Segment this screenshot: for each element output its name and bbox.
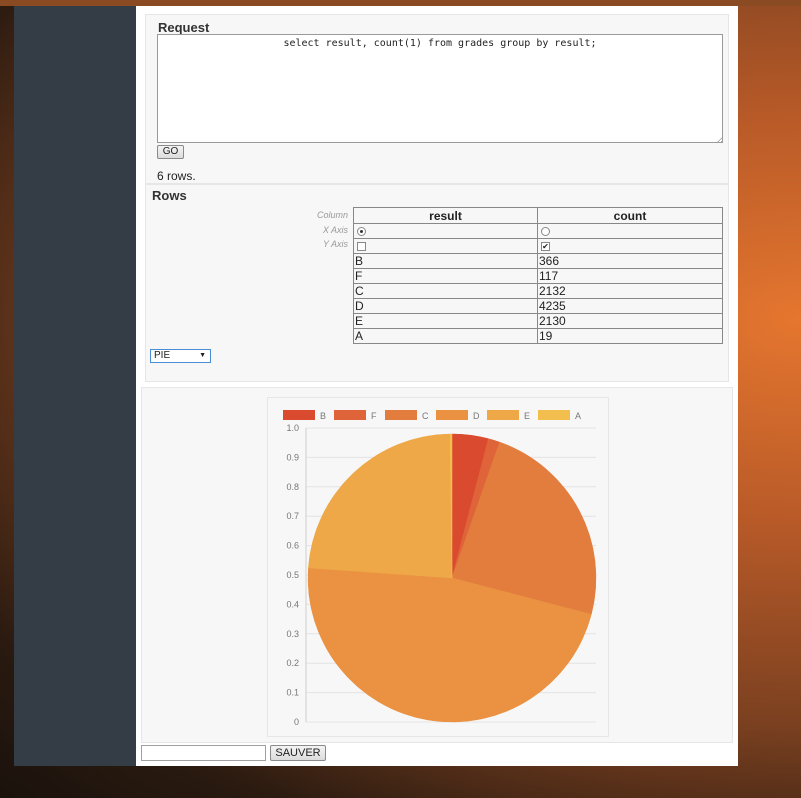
chart-type-select[interactable]: PIE ▼: [150, 349, 211, 363]
x-axis-label: X Axis: [322, 225, 348, 235]
legend-swatch-D[interactable]: [436, 410, 468, 420]
legend-swatch-C[interactable]: [385, 410, 417, 420]
legend-swatch-F[interactable]: [334, 410, 366, 420]
query-textarea[interactable]: select result, count(1) from grades grou…: [157, 34, 723, 143]
cell-result: D: [353, 298, 538, 314]
chart-type-value: PIE: [154, 350, 171, 361]
row-count-text: 6 rows.: [157, 169, 196, 183]
chevron-down-icon: ▼: [199, 352, 206, 359]
y-tick-label: 0.3: [286, 629, 299, 639]
pie-slice-E[interactable]: [308, 433, 453, 579]
chart-panel: B F C D E A 1.0 0.9 0.8 0.7 0.6 0.5 0.4 0.3 0.2 0.1 0: [141, 387, 733, 743]
cell-result: B: [353, 253, 538, 269]
cell-count: 366: [537, 253, 723, 269]
cell-result: C: [353, 283, 538, 299]
sidebar: [14, 6, 136, 766]
column-header-result: result: [353, 207, 538, 224]
legend-swatch-A[interactable]: [538, 410, 570, 420]
go-button[interactable]: GO: [157, 145, 184, 159]
cell-result: A: [353, 328, 538, 344]
request-panel: Request select result, count(1) from gra…: [145, 14, 729, 184]
cell-count: 19: [537, 328, 723, 344]
cell-result: F: [353, 268, 538, 284]
rows-title: Rows: [152, 188, 187, 203]
cell-count: 2130: [537, 313, 723, 329]
table-row: D 4235: [353, 298, 723, 314]
rows-panel: Rows Column X Axis Y Axis result count ✔: [145, 184, 729, 382]
column-label: Column: [316, 210, 348, 220]
x-axis-radio-count[interactable]: [541, 227, 550, 237]
table-row: C 2132: [353, 283, 723, 299]
legend-label-A: A: [575, 411, 581, 421]
legend-label-D: D: [473, 411, 480, 421]
y-tick-label: 0.4: [286, 599, 299, 609]
legend-label-E: E: [524, 411, 530, 421]
y-axis-checkbox-result[interactable]: [357, 242, 366, 252]
cell-count: 117: [537, 268, 723, 284]
y-tick-label: 0.1: [286, 688, 299, 698]
save-name-input[interactable]: [141, 745, 266, 761]
chart-svg: B F C D E A 1.0 0.9 0.8 0.7 0.6 0.5 0.4 0.3 0.2 0.1 0: [283, 410, 597, 727]
pie-chart: B F C D E A 1.0 0.9 0.8 0.7 0.6 0.5 0.4 0.3 0.2 0.1 0: [267, 397, 609, 737]
column-header-count: count: [537, 207, 723, 224]
cell-count: 2132: [537, 283, 723, 299]
y-tick-label: 0.6: [286, 541, 299, 551]
y-tick-label: 0: [294, 717, 299, 727]
cell-result: E: [353, 313, 538, 329]
legend-swatch-B[interactable]: [283, 410, 315, 420]
rows-table: result count ✔ B 366 F 117 C 2132 D 4235 E 21…: [353, 207, 723, 344]
request-title: Request: [158, 20, 210, 35]
resize-grip-icon[interactable]: [716, 136, 723, 143]
y-tick-label: 0.2: [286, 658, 299, 668]
cell-count: 4235: [537, 298, 723, 314]
legend-label-B: B: [320, 411, 326, 421]
y-tick-label: 0.9: [286, 452, 299, 462]
y-axis-checkbox-count[interactable]: ✔: [541, 242, 550, 252]
table-row: B 366: [353, 253, 723, 269]
y-tick-label: 1.0: [286, 423, 299, 433]
table-row: A 19: [353, 328, 723, 344]
y-tick-label: 0.8: [286, 482, 299, 492]
main-content: Request select result, count(1) from gra…: [136, 6, 738, 766]
legend-label-C: C: [422, 411, 429, 421]
save-button[interactable]: SAUVER: [270, 745, 326, 761]
table-row: F 117: [353, 268, 723, 284]
y-tick-label: 0.5: [286, 570, 299, 580]
legend-label-F: F: [371, 411, 377, 421]
table-row: E 2130: [353, 313, 723, 329]
y-axis-label: Y Axis: [322, 239, 348, 249]
x-axis-radio-result[interactable]: [357, 227, 366, 237]
legend-swatch-E[interactable]: [487, 410, 519, 420]
y-tick-label: 0.7: [286, 511, 299, 521]
